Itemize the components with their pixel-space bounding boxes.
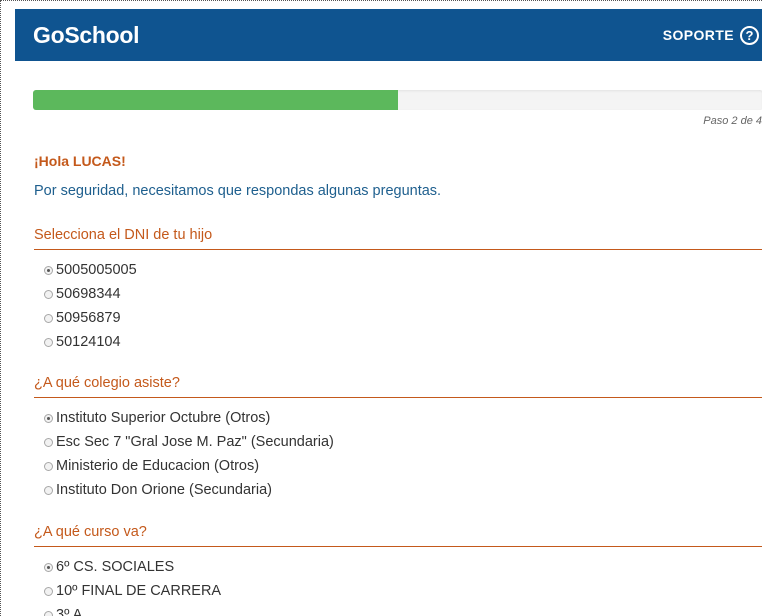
radio-button[interactable] <box>44 337 53 347</box>
option-label: Instituto Don Orione (Secundaria) <box>56 482 272 498</box>
radio-button[interactable] <box>44 562 53 572</box>
progress-bar-fill <box>33 90 398 110</box>
course-option[interactable]: 3º A <box>34 603 762 616</box>
course-option[interactable]: 6º CS. SOCIALES <box>34 555 762 579</box>
course-option[interactable]: 10º FINAL DE CARRERA <box>34 579 762 603</box>
radio-button[interactable] <box>44 313 53 323</box>
dni-option[interactable]: 50124104 <box>34 330 762 354</box>
radio-button[interactable] <box>44 485 53 495</box>
dni-option[interactable]: 5005005005 <box>34 258 762 282</box>
option-label: Esc Sec 7 "Gral Jose M. Paz" (Secundaria… <box>56 434 334 450</box>
radio-button[interactable] <box>44 289 53 299</box>
dni-question-title: Selecciona el DNI de tu hijo <box>34 227 762 250</box>
option-label: 50956879 <box>56 310 121 326</box>
intro-text: Por seguridad, necesitamos que respondas… <box>34 183 442 199</box>
option-label: Ministerio de Educacion (Otros) <box>56 458 260 474</box>
course-question: ¿A qué curso va? 6º CS. SOCIALES 10º FIN… <box>34 524 762 616</box>
dni-option[interactable]: 50698344 <box>34 282 762 306</box>
school-question-title: ¿A qué colegio asiste? <box>34 375 762 398</box>
option-label: 5005005005 <box>56 262 137 278</box>
option-label: 50698344 <box>56 286 121 302</box>
radio-button[interactable] <box>44 610 53 616</box>
school-options: Instituto Superior Octubre (Otros) Esc S… <box>34 406 762 502</box>
option-label: 10º FINAL DE CARRERA <box>56 583 222 599</box>
page-frame: GoSchool SOPORTE ? Paso 2 de 4 ¡Hola LUC… <box>0 0 762 616</box>
option-label: Instituto Superior Octubre (Otros) <box>56 410 271 426</box>
help-circle-icon[interactable]: ? <box>740 25 759 45</box>
greeting-text: ¡Hola LUCAS! <box>34 153 126 169</box>
support-label[interactable]: SOPORTE <box>663 27 734 43</box>
app-logo[interactable]: GoSchool <box>33 22 140 49</box>
step-indicator: Paso 2 de 4 <box>703 115 762 127</box>
school-question: ¿A qué colegio asiste? Instituto Superio… <box>34 375 762 502</box>
support-link[interactable]: SOPORTE ? <box>663 23 759 47</box>
option-label: 3º A <box>56 607 83 616</box>
school-option[interactable]: Instituto Don Orione (Secundaria) <box>34 478 762 502</box>
school-option[interactable]: Ministerio de Educacion (Otros) <box>34 454 762 478</box>
school-option[interactable]: Instituto Superior Octubre (Otros) <box>34 406 762 430</box>
option-label: 50124104 <box>56 334 121 350</box>
dni-question: Selecciona el DNI de tu hijo 5005005005 … <box>34 227 762 354</box>
course-options: 6º CS. SOCIALES 10º FINAL DE CARRERA 3º … <box>34 555 762 616</box>
radio-button[interactable] <box>44 437 53 447</box>
course-question-title: ¿A qué curso va? <box>34 524 762 547</box>
dni-option[interactable]: 50956879 <box>34 306 762 330</box>
radio-button[interactable] <box>44 413 53 423</box>
option-label: 6º CS. SOCIALES <box>56 559 175 575</box>
school-option[interactable]: Esc Sec 7 "Gral Jose M. Paz" (Secundaria… <box>34 430 762 454</box>
progress-bar <box>33 90 762 110</box>
radio-button[interactable] <box>44 461 53 471</box>
radio-button[interactable] <box>44 265 53 275</box>
dni-options: 5005005005 50698344 50956879 50124104 <box>34 258 762 354</box>
header-bar: GoSchool SOPORTE ? <box>15 9 762 61</box>
radio-button[interactable] <box>44 586 53 596</box>
